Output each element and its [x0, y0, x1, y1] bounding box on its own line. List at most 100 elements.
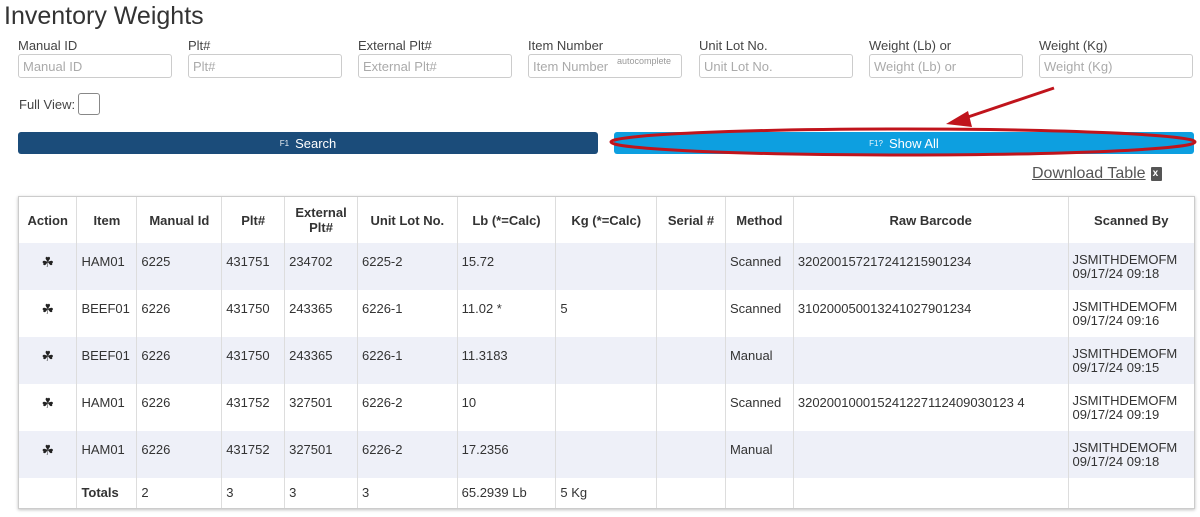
column-header[interactable]: Plt#: [221, 197, 285, 243]
column-header[interactable]: Unit Lot No.: [357, 197, 458, 243]
cell-barcode: [792, 431, 1069, 478]
cell-barcode: [792, 337, 1069, 384]
table-row: ☘ HAM01 6225 431751 234702 6225-2 15.72 Scanned…: [19, 243, 1194, 290]
cell-lot: 6225-2: [357, 243, 458, 290]
cell-ext_plt: 243365: [284, 337, 358, 384]
totals-row: Totals 2 3 3 3 65.2939 Lb 5 Kg: [19, 478, 1194, 508]
cell-scanned-by: JSMITHDEMOFM 09/17/24 09:18: [1067, 431, 1194, 478]
table-row: ☘ HAM01 6226 431752 327501 6226-2 10 Scanned 320…: [19, 384, 1194, 431]
cell-serial: [656, 384, 726, 431]
cell-barcode: 320200157217241215901234: [792, 243, 1069, 290]
full-view-checkbox[interactable]: [78, 93, 101, 115]
cell-lb: 15.72: [456, 243, 556, 290]
cell-barcode: 320200100015241227112409030123 4: [792, 384, 1069, 431]
cell-manual_id: 6226: [136, 431, 222, 478]
cell-ext_plt: 243365: [284, 290, 358, 337]
cell-serial: [656, 243, 726, 290]
weight-lb-input[interactable]: [870, 55, 1022, 77]
totals-empty-cell: [1067, 478, 1194, 508]
cell-scanned-by: JSMITHDEMOFM 09/17/24 09:18: [1067, 243, 1194, 290]
column-header[interactable]: Item: [76, 197, 137, 243]
cell-manual_id: 6226: [136, 337, 222, 384]
annotation-arrow-line: [961, 86, 1055, 121]
scanned-by-time: 09/17/24 09:18: [1072, 266, 1160, 281]
column-header[interactable]: Manual Id: [136, 197, 222, 243]
row-action-cell[interactable]: ☘: [19, 243, 77, 290]
cell-method: Scanned: [724, 384, 794, 431]
annotation-arrow-head: [946, 111, 972, 127]
row-action-cell[interactable]: ☘: [19, 337, 77, 384]
filter-label: Manual ID: [18, 38, 78, 53]
column-header[interactable]: Raw Barcode: [792, 197, 1069, 243]
cell-manual_id: 6225: [136, 243, 222, 290]
full-view-toggle: Full View:: [19, 93, 101, 115]
plt-input[interactable]: [189, 55, 341, 77]
column-header[interactable]: Lb (*=Calc): [456, 197, 556, 243]
action-icon[interactable]: ☘: [41, 348, 54, 364]
action-icon[interactable]: ☘: [41, 301, 54, 317]
download-table-label: Download Table: [1032, 165, 1146, 182]
search-button-label: Search: [295, 135, 337, 151]
scanned-by-time: 09/17/24 09:19: [1072, 407, 1160, 422]
external-plt-input[interactable]: [359, 55, 511, 77]
scanned-by-user: JSMITHDEMOFM: [1072, 252, 1178, 267]
filter-label: Weight (Kg): [1039, 38, 1108, 53]
cell-item: BEEF01: [76, 337, 137, 384]
row-action-cell[interactable]: ☘: [19, 290, 77, 337]
totals-empty-cell: [792, 478, 1069, 508]
cell-lb: 11.3183: [456, 337, 556, 384]
totals-empty-cell: [656, 478, 726, 508]
filter-manual-id: Manual ID: [18, 38, 174, 78]
search-button[interactable]: F1 Search: [18, 132, 598, 154]
cell-manual_id: 6226: [136, 290, 222, 337]
totals-kg: 5 Kg: [555, 478, 657, 508]
cell-lb: 17.2356: [456, 431, 556, 478]
autocomplete-badge: autocomplete: [617, 56, 672, 66]
cell-lot: 6226-2: [357, 384, 458, 431]
column-header[interactable]: Scanned By: [1067, 197, 1194, 243]
show-all-button[interactable]: F1? Show All: [614, 132, 1194, 154]
manual-id-input[interactable]: [19, 55, 171, 77]
cell-kg: [555, 431, 657, 478]
action-icon[interactable]: ☘: [41, 442, 54, 458]
scanned-by-user: JSMITHDEMOFM: [1072, 440, 1178, 455]
cell-plt: 431750: [221, 290, 285, 337]
cell-lot: 6226-2: [357, 431, 458, 478]
weight-kg-input[interactable]: [1040, 55, 1192, 77]
cell-lot: 6226-1: [357, 337, 458, 384]
scanned-by-time: 09/17/24 09:16: [1072, 313, 1160, 328]
filter-unit-lot: Unit Lot No.: [699, 38, 855, 78]
filter-weight-kg: Weight (Kg): [1039, 38, 1195, 78]
filter-plt: Plt#: [188, 38, 344, 78]
totals-ext_plt: 3: [284, 478, 358, 508]
page-title: Inventory Weights: [4, 2, 204, 30]
column-header[interactable]: Kg (*=Calc): [555, 197, 657, 243]
table-row: ☘ HAM01 6226 431752 327501 6226-2 17.2356 Manua…: [19, 431, 1194, 478]
cell-plt: 431750: [221, 337, 285, 384]
cell-lot: 6226-1: [357, 290, 458, 337]
totals-lot: 3: [357, 478, 458, 508]
cell-kg: [555, 337, 657, 384]
unit-lot-input[interactable]: [700, 55, 852, 77]
cell-method: Scanned: [724, 290, 794, 337]
cell-item: HAM01: [76, 243, 137, 290]
action-icon[interactable]: ☘: [41, 395, 54, 411]
cell-ext_plt: 234702: [284, 243, 358, 290]
cell-plt: 431752: [221, 384, 285, 431]
scanned-by-user: JSMITHDEMOFM: [1072, 299, 1178, 314]
filter-label: External Plt#: [358, 38, 432, 53]
cell-method: Manual: [724, 337, 794, 384]
column-header[interactable]: External Plt#: [284, 197, 358, 243]
column-header[interactable]: Method: [724, 197, 794, 243]
cell-ext_plt: 327501: [284, 431, 358, 478]
column-header[interactable]: Serial #: [656, 197, 726, 243]
cell-item: HAM01: [76, 384, 137, 431]
download-table-link[interactable]: Download Table: [1032, 165, 1162, 183]
cell-scanned-by: JSMITHDEMOFM 09/17/24 09:15: [1067, 337, 1194, 384]
filter-label: Weight (Lb) or: [869, 38, 952, 53]
row-action-cell[interactable]: ☘: [19, 384, 77, 431]
cell-kg: 5: [555, 290, 657, 337]
cell-item: BEEF01: [76, 290, 137, 337]
action-icon[interactable]: ☘: [41, 254, 54, 270]
row-action-cell[interactable]: ☘: [19, 431, 77, 478]
